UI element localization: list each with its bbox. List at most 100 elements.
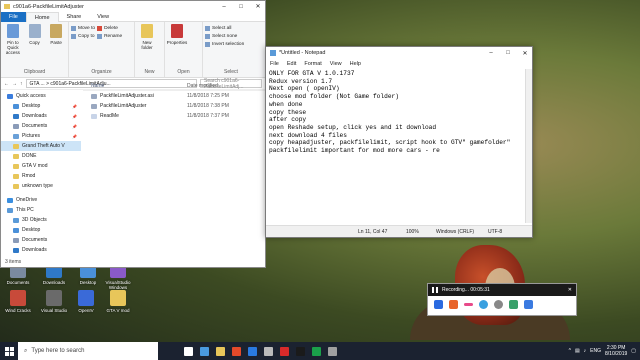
up-arrow-icon[interactable]: ↑ bbox=[20, 81, 23, 87]
taskbar-app-icon[interactable] bbox=[324, 342, 340, 360]
invert-selection-button[interactable]: Invert selection bbox=[205, 42, 244, 47]
taskbar-app-icon[interactable] bbox=[260, 342, 276, 360]
tab-home[interactable]: Home bbox=[25, 11, 59, 22]
text-editor[interactable]: ONLY FOR GTA V 1.0.1737 Redux version 1.… bbox=[269, 70, 524, 223]
select-none-button[interactable]: Select none bbox=[205, 34, 244, 39]
encoding: UTF-8 bbox=[488, 228, 503, 235]
copy-button[interactable]: Copy bbox=[25, 24, 45, 69]
webcam-icon[interactable] bbox=[494, 300, 503, 309]
new-folder-button[interactable]: New folder bbox=[137, 24, 157, 69]
notepad-title-bar[interactable]: *Untitled - Notepad – □ ✕ bbox=[266, 47, 532, 59]
nav-item[interactable]: Desktop bbox=[1, 225, 81, 235]
zoom-icon[interactable] bbox=[509, 300, 518, 309]
screen-recorder-widget[interactable]: Recording... 00:05:31 ✕ bbox=[427, 283, 577, 316]
nav-item[interactable]: Documents 📌 bbox=[1, 121, 81, 131]
file-row[interactable]: PackfileLimitAdjuster.asi 11/8/2018 7:25 … bbox=[83, 91, 265, 101]
nav-item[interactable]: Desktop 📌 bbox=[1, 101, 81, 111]
nav-item[interactable]: Quick access bbox=[1, 91, 81, 101]
nav-item[interactable]: Pictures 📌 bbox=[1, 131, 81, 141]
nav-item[interactable]: DONE bbox=[1, 151, 81, 161]
desktop-icon[interactable]: Wind Cracks bbox=[4, 290, 32, 313]
nav-item[interactable]: unknown type bbox=[1, 181, 81, 191]
nav-item[interactable]: Grand Theft Auto V bbox=[1, 141, 81, 151]
minimize-button[interactable]: – bbox=[217, 4, 231, 10]
taskbar-search-input[interactable]: ⌕ Type here to search bbox=[18, 342, 158, 360]
pause-icon[interactable] bbox=[432, 287, 438, 293]
pen-icon[interactable] bbox=[464, 303, 473, 306]
taskbar-app-icon[interactable] bbox=[228, 342, 244, 360]
app-icon bbox=[199, 346, 209, 356]
desktop-icon[interactable]: Visual Studio bbox=[40, 290, 68, 313]
close-button[interactable]: ✕ bbox=[518, 50, 532, 57]
volume-icon[interactable]: ♪ bbox=[584, 348, 587, 354]
menu-help[interactable]: Help bbox=[350, 61, 361, 67]
folder-icon bbox=[13, 153, 19, 159]
nav-item[interactable]: Downloads 📌 bbox=[1, 111, 81, 121]
stop-icon[interactable] bbox=[449, 300, 458, 309]
record-pause-icon[interactable] bbox=[434, 300, 443, 309]
highlight-icon[interactable] bbox=[479, 300, 488, 309]
language-indicator[interactable]: ENG bbox=[590, 348, 601, 354]
column-date[interactable]: Date modified bbox=[187, 83, 265, 89]
nav-item[interactable]: This PC bbox=[1, 205, 81, 215]
column-name[interactable]: Name bbox=[83, 83, 187, 89]
group-label: New bbox=[144, 69, 155, 75]
clock[interactable]: 2:30 PM 8/10/2019 bbox=[605, 345, 627, 357]
close-icon[interactable]: ✕ bbox=[568, 287, 572, 293]
taskbar-app-icon[interactable] bbox=[308, 342, 324, 360]
tab-view[interactable]: View bbox=[89, 12, 117, 22]
notifications-icon[interactable]: ▢ bbox=[631, 348, 636, 354]
forward-arrow-icon[interactable]: → bbox=[12, 81, 17, 87]
shortcut-icon bbox=[78, 290, 94, 306]
windows-logo-icon bbox=[4, 346, 14, 356]
close-button[interactable]: ✕ bbox=[251, 3, 265, 10]
maximize-button[interactable]: □ bbox=[501, 50, 515, 56]
taskbar-app-icon[interactable] bbox=[276, 342, 292, 360]
menu-view[interactable]: View bbox=[330, 61, 342, 67]
select-all-button[interactable]: Select all bbox=[205, 26, 244, 31]
recorder-tools bbox=[428, 296, 576, 313]
minimize-button[interactable]: – bbox=[484, 50, 498, 56]
delete-button[interactable]: Delete bbox=[97, 26, 122, 31]
explorer-title-bar[interactable]: c901a6-PackfileLimitAdjuster – □ ✕ bbox=[1, 1, 265, 12]
taskbar-app-icon[interactable] bbox=[196, 342, 212, 360]
taskbar-app-icon[interactable] bbox=[212, 342, 228, 360]
menu-file[interactable]: File bbox=[270, 61, 279, 67]
taskbar-app-icon[interactable] bbox=[244, 342, 260, 360]
taskbar-app-icon[interactable] bbox=[180, 342, 196, 360]
rename-button[interactable]: Rename bbox=[97, 34, 122, 39]
properties-button[interactable]: Properties bbox=[167, 24, 187, 69]
draw-icon[interactable] bbox=[524, 300, 533, 309]
window-title: *Untitled - Notepad bbox=[279, 50, 326, 56]
nav-item[interactable]: GTA V mod bbox=[1, 161, 81, 171]
pin-button[interactable]: Pin to Quick access bbox=[3, 24, 23, 69]
nav-item[interactable]: Documents bbox=[1, 235, 81, 245]
taskbar-app-icon[interactable] bbox=[292, 342, 308, 360]
file-row[interactable]: ReadMe 11/8/2018 7:37 PM bbox=[83, 111, 265, 121]
copy-to-button[interactable]: Copy to bbox=[71, 34, 95, 39]
tab-file[interactable]: File bbox=[1, 11, 26, 22]
start-button[interactable] bbox=[0, 342, 18, 360]
back-arrow-icon[interactable]: ← bbox=[4, 81, 9, 87]
vertical-scrollbar[interactable] bbox=[525, 69, 532, 223]
paste-button[interactable]: Paste bbox=[46, 24, 66, 69]
menu-format[interactable]: Format bbox=[304, 61, 321, 67]
file-explorer-window[interactable]: c901a6-PackfileLimitAdjuster – □ ✕ File … bbox=[0, 0, 266, 268]
nav-item[interactable]: 3D Objects bbox=[1, 215, 81, 225]
network-icon[interactable]: ▤ bbox=[575, 348, 580, 354]
desktop-icon[interactable]: GTA V mod bbox=[104, 290, 132, 313]
move-to-button[interactable]: Move to bbox=[71, 26, 95, 31]
menu-edit[interactable]: Edit bbox=[287, 61, 296, 67]
notepad-window[interactable]: *Untitled - Notepad – □ ✕ File Edit Form… bbox=[265, 46, 533, 238]
maximize-button[interactable]: □ bbox=[234, 4, 248, 10]
desktop-icon[interactable]: OpenIV bbox=[72, 290, 100, 313]
tab-share[interactable]: Share bbox=[59, 12, 90, 22]
nav-item[interactable]: Rmod bbox=[1, 171, 81, 181]
select-all-icon bbox=[205, 26, 210, 31]
nav-item[interactable]: OneDrive bbox=[1, 195, 81, 205]
nav-item[interactable]: Downloads bbox=[1, 245, 81, 255]
file-row[interactable]: PackfileLimitAdjuster 11/8/2018 7:38 PM bbox=[83, 101, 265, 111]
folder-icon bbox=[13, 143, 19, 149]
clock-date: 8/10/2019 bbox=[605, 351, 628, 357]
tray-chevron-icon[interactable]: ^ bbox=[569, 348, 571, 354]
